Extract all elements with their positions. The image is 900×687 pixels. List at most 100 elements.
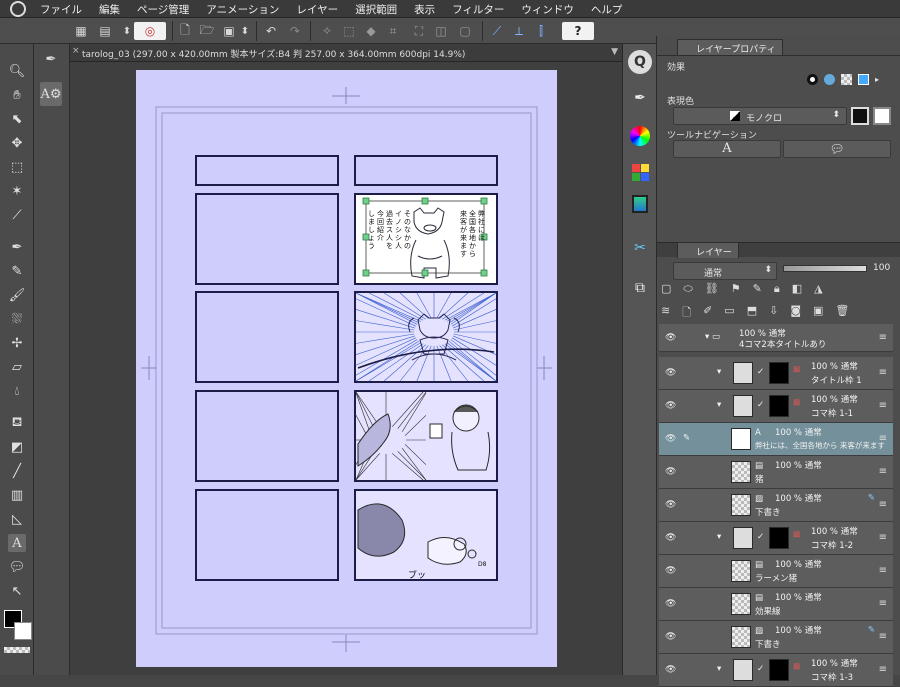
layer-row[interactable]: 👁︎ ▤ 100 % 通常 効果線 ≡ xyxy=(659,588,893,621)
expression-color-select[interactable]: モノクロ ⬍ xyxy=(673,107,847,125)
lock-transparent-icon[interactable]: ⬭ xyxy=(683,282,692,300)
tab-layer[interactable]: レイヤー xyxy=(677,242,739,258)
effect-more-icon[interactable]: ▸ xyxy=(875,75,879,84)
ruler-snap-icon[interactable]: ⟋ xyxy=(488,22,506,40)
fill-icon[interactable]: ◆ xyxy=(362,22,380,40)
mask-add-icon[interactable]: ◙ xyxy=(790,304,801,322)
layer-list-icon[interactable]: ≋ xyxy=(661,304,670,322)
color-set-icon[interactable] xyxy=(628,160,652,184)
visibility-eye-icon[interactable]: 👁︎ xyxy=(665,333,676,343)
special-ruler-snap-icon[interactable]: ⟂ xyxy=(510,22,528,40)
manga-page[interactable]: 弊社には全国各地から来客が来ます そのなかのイノシシ人過去ス人を今回紹介しましょ… xyxy=(136,70,557,667)
material-icon[interactable]: ✂ xyxy=(628,236,652,260)
layer-menu-icon[interactable]: ≡ xyxy=(879,367,887,378)
visibility-eye-icon[interactable]: 👁︎ xyxy=(665,434,676,444)
folder-icon[interactable]: ▾ ▭ xyxy=(705,332,720,342)
layer-menu-icon[interactable]: ≡ xyxy=(879,565,887,576)
expand-icon[interactable]: ▾ xyxy=(717,532,721,542)
grid-view-icon[interactable]: ▦ xyxy=(72,22,90,40)
layer-menu-icon[interactable]: ≡ xyxy=(879,664,887,675)
sub-color-swatch[interactable] xyxy=(14,622,32,640)
new-raster-icon[interactable]: 🗋 xyxy=(682,304,691,322)
layer-menu-icon[interactable]: ≡ xyxy=(879,532,887,543)
check-icon[interactable]: ✓ xyxy=(757,367,764,377)
layer-color-icon[interactable] xyxy=(858,74,869,85)
apply-mask-icon[interactable]: ▣ xyxy=(813,304,823,322)
document-tab[interactable]: × tarolog_03 (297.00 x 420.00mm 製本サイズ:B4… xyxy=(70,44,622,62)
menu-item[interactable]: レイヤー xyxy=(296,2,338,17)
visibility-eye-icon[interactable]: 👁︎ xyxy=(665,500,676,510)
new-file-icon[interactable]: 🗋 xyxy=(176,22,194,40)
ruler-frame-icon[interactable]: ⊠ xyxy=(793,530,800,540)
delete-layer-icon[interactable]: 🗑︎ xyxy=(835,304,849,322)
layer-menu-icon[interactable]: ≡ xyxy=(879,631,887,642)
layer-menu-icon[interactable]: ≡ xyxy=(879,332,887,343)
ruler-frame-icon[interactable]: ⊠ xyxy=(793,662,800,672)
visibility-eye-icon[interactable]: 👁︎ xyxy=(665,368,676,378)
menu-item[interactable]: アニメーション xyxy=(206,2,279,17)
grid-snap-icon[interactable]: ⫿ xyxy=(532,22,550,40)
navigator-icon[interactable]: Q xyxy=(628,50,652,74)
undo-icon[interactable]: ↶ xyxy=(262,22,280,40)
balloon-nav-button[interactable]: 💬︎ xyxy=(783,140,891,158)
sub-tool-detail-icon[interactable]: ✒ xyxy=(628,86,652,110)
new-vector-icon[interactable]: ✐ xyxy=(703,304,712,322)
check-icon[interactable]: ✓ xyxy=(757,664,764,674)
redo-icon[interactable]: ↷ xyxy=(286,22,304,40)
layer-row[interactable]: 👁︎ ▾ ✓ ⊠ 100 % 通常 コマ枠 1-3 ≡ xyxy=(659,654,893,687)
tone-icon[interactable] xyxy=(841,74,852,85)
visibility-eye-icon[interactable]: 👁︎ xyxy=(665,533,676,543)
gradient-icon[interactable]: ◩ xyxy=(8,438,26,456)
clear-icon[interactable]: ✧ xyxy=(318,22,336,40)
invert-selection-icon[interactable]: ◫ xyxy=(432,22,450,40)
tab-menu-icon[interactable]: ▼ xyxy=(611,47,618,57)
menu-item[interactable]: ページ管理 xyxy=(137,2,189,17)
text-tool-icon[interactable]: A xyxy=(8,534,26,552)
clip-icon[interactable]: ⛓ xyxy=(705,282,719,300)
expand-icon[interactable]: ▾ xyxy=(717,664,721,674)
tab-layer-property[interactable]: レイヤープロパティ xyxy=(677,39,783,55)
expand-icon[interactable]: ▾ xyxy=(717,367,721,377)
layer-row[interactable]: 👁︎ ▾ ▭ 100 % 通常 4コマ2本タイトルあり ≡ xyxy=(659,324,893,352)
reference-layer-icon[interactable]: ⚑ xyxy=(731,282,741,300)
decoration-icon[interactable]: ✢ xyxy=(8,334,26,352)
crop-icon[interactable]: ⌗ xyxy=(384,22,402,40)
zoom-icon[interactable]: 🔍︎ xyxy=(8,62,26,80)
open-file-icon[interactable]: 🗁 xyxy=(198,22,216,40)
layer-row[interactable]: 👁︎ ▤ 100 % 通常 ラーメン猪 ≡ xyxy=(659,555,893,588)
help-button[interactable]: ? xyxy=(562,22,594,40)
selection-border-icon[interactable]: ▢ xyxy=(456,22,474,40)
deselect-icon[interactable]: ⛶ xyxy=(410,22,428,40)
auto-select-icon[interactable]: ✶ xyxy=(8,182,26,200)
hand-icon[interactable]: ✋︎ xyxy=(8,86,26,104)
layer-row[interactable]: 👁︎ ▾ ✓ ⊠ 100 % 通常 コマ枠 1-1 ≡ xyxy=(659,390,893,423)
pencil-icon[interactable]: ✎ xyxy=(8,262,26,280)
balloon-icon[interactable]: 💬︎ xyxy=(8,558,26,576)
expand-icon[interactable]: ▾ xyxy=(717,400,721,410)
blend-icon[interactable]: 💧︎ xyxy=(8,382,26,400)
brush-icon[interactable]: 🖌︎ xyxy=(8,286,26,304)
correct-line-icon[interactable]: ↖ xyxy=(8,582,26,600)
layer-color-icon[interactable]: ▢ xyxy=(661,282,671,300)
check-icon[interactable]: ✓ xyxy=(757,400,764,410)
move-layer-icon[interactable]: ✥ xyxy=(8,134,26,152)
layer-menu-icon[interactable]: ≡ xyxy=(879,499,887,510)
transform-icon[interactable]: ⬚ xyxy=(340,22,358,40)
visibility-eye-icon[interactable]: 👁︎ xyxy=(665,665,676,675)
color-history-icon[interactable] xyxy=(628,192,652,216)
transfer-down-icon[interactable]: ⇩ xyxy=(769,304,778,322)
visibility-eye-icon[interactable]: 👁︎ xyxy=(665,401,676,411)
mask-icon[interactable]: ◧ xyxy=(792,282,802,300)
menu-item[interactable]: 表示 xyxy=(414,2,435,17)
draft-layer-icon[interactable]: ✎ xyxy=(753,282,762,300)
layer-row[interactable]: 👁︎ ▾ ✓ ⊠ 100 % 通常 コマ枠 1-2 ≡ xyxy=(659,522,893,555)
visibility-eye-icon[interactable]: 👁︎ xyxy=(665,467,676,477)
transparent-color-swatch[interactable] xyxy=(4,647,30,653)
close-icon[interactable]: × xyxy=(72,46,80,56)
menu-item[interactable]: ウィンドウ xyxy=(521,2,574,17)
operation-icon[interactable]: ⬉ xyxy=(8,110,26,128)
blend-mode-select[interactable]: 通常 ⬍ xyxy=(673,262,777,280)
merge-icon[interactable]: ⬒ xyxy=(747,304,757,322)
pen-icon[interactable]: ✒ xyxy=(8,238,26,256)
text-settings-icon[interactable]: A⚙ xyxy=(40,82,62,106)
